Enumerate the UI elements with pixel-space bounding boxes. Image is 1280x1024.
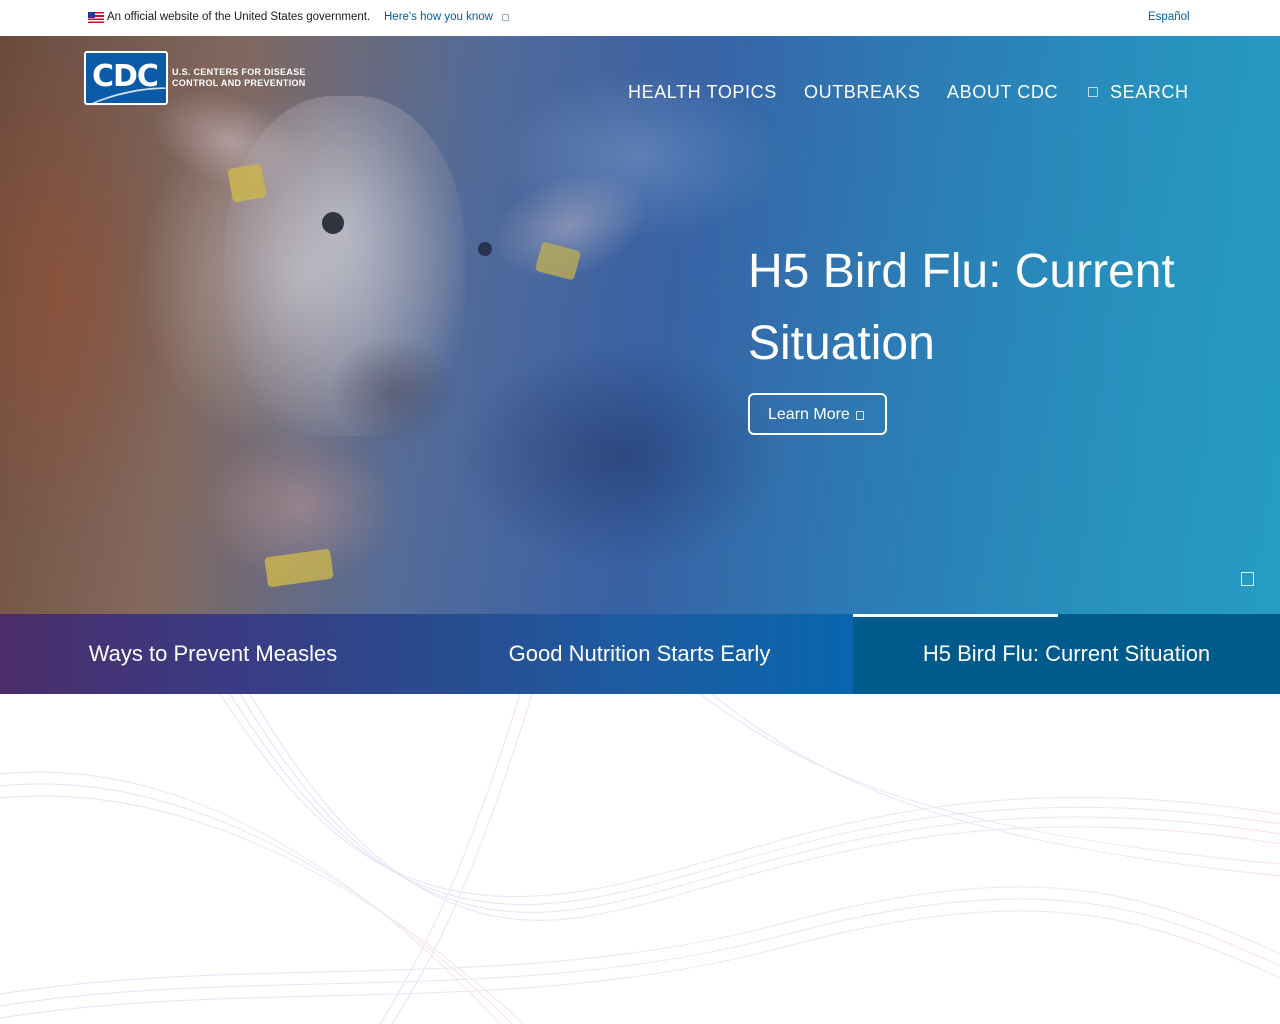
heres-how-you-know-link[interactable]: Here's how you know <box>384 11 493 23</box>
carousel-pause-button[interactable] <box>1241 572 1254 586</box>
us-flag-icon <box>88 12 104 23</box>
tab-prevent-measles[interactable]: Ways to Prevent Measles <box>0 614 426 694</box>
cdc-org-name[interactable]: U.S. CENTERS FOR DISEASE CONTROL AND PRE… <box>172 67 332 89</box>
learn-more-label: Learn More <box>768 406 850 423</box>
cdc-logo[interactable]: CDC <box>84 51 168 105</box>
gov-banner: An official website of the United States… <box>0 0 1280 36</box>
tab-h5-bird-flu[interactable]: H5 Bird Flu: Current Situation <box>853 614 1280 694</box>
nav-search[interactable]: SEARCH <box>1088 82 1189 103</box>
search-icon <box>1088 87 1098 97</box>
learn-more-button[interactable]: Learn More <box>748 393 887 435</box>
nav-search-label: SEARCH <box>1110 82 1189 102</box>
gov-banner-text: An official website of the United States… <box>107 11 371 23</box>
nav-outbreaks[interactable]: OUTBREAKS <box>804 82 920 103</box>
nav-health-topics[interactable]: HEALTH TOPICS <box>628 82 777 103</box>
active-tab-indicator <box>853 614 1058 617</box>
chevron-down-icon[interactable] <box>502 14 509 21</box>
decorative-wave-background <box>0 694 1280 1024</box>
org-line-1: U.S. CENTERS FOR DISEASE <box>172 67 306 77</box>
external-link-icon <box>855 411 864 420</box>
hero-title: H5 Bird Flu: Current Situation <box>748 245 1175 370</box>
espanol-link[interactable]: Español <box>1148 11 1190 23</box>
nav-about-cdc[interactable]: ABOUT CDC <box>947 82 1058 103</box>
org-line-2: CONTROL AND PREVENTION <box>172 78 306 88</box>
carousel-tabs: Ways to Prevent Measles Good Nutrition S… <box>0 614 1280 694</box>
tab-good-nutrition[interactable]: Good Nutrition Starts Early <box>426 614 853 694</box>
